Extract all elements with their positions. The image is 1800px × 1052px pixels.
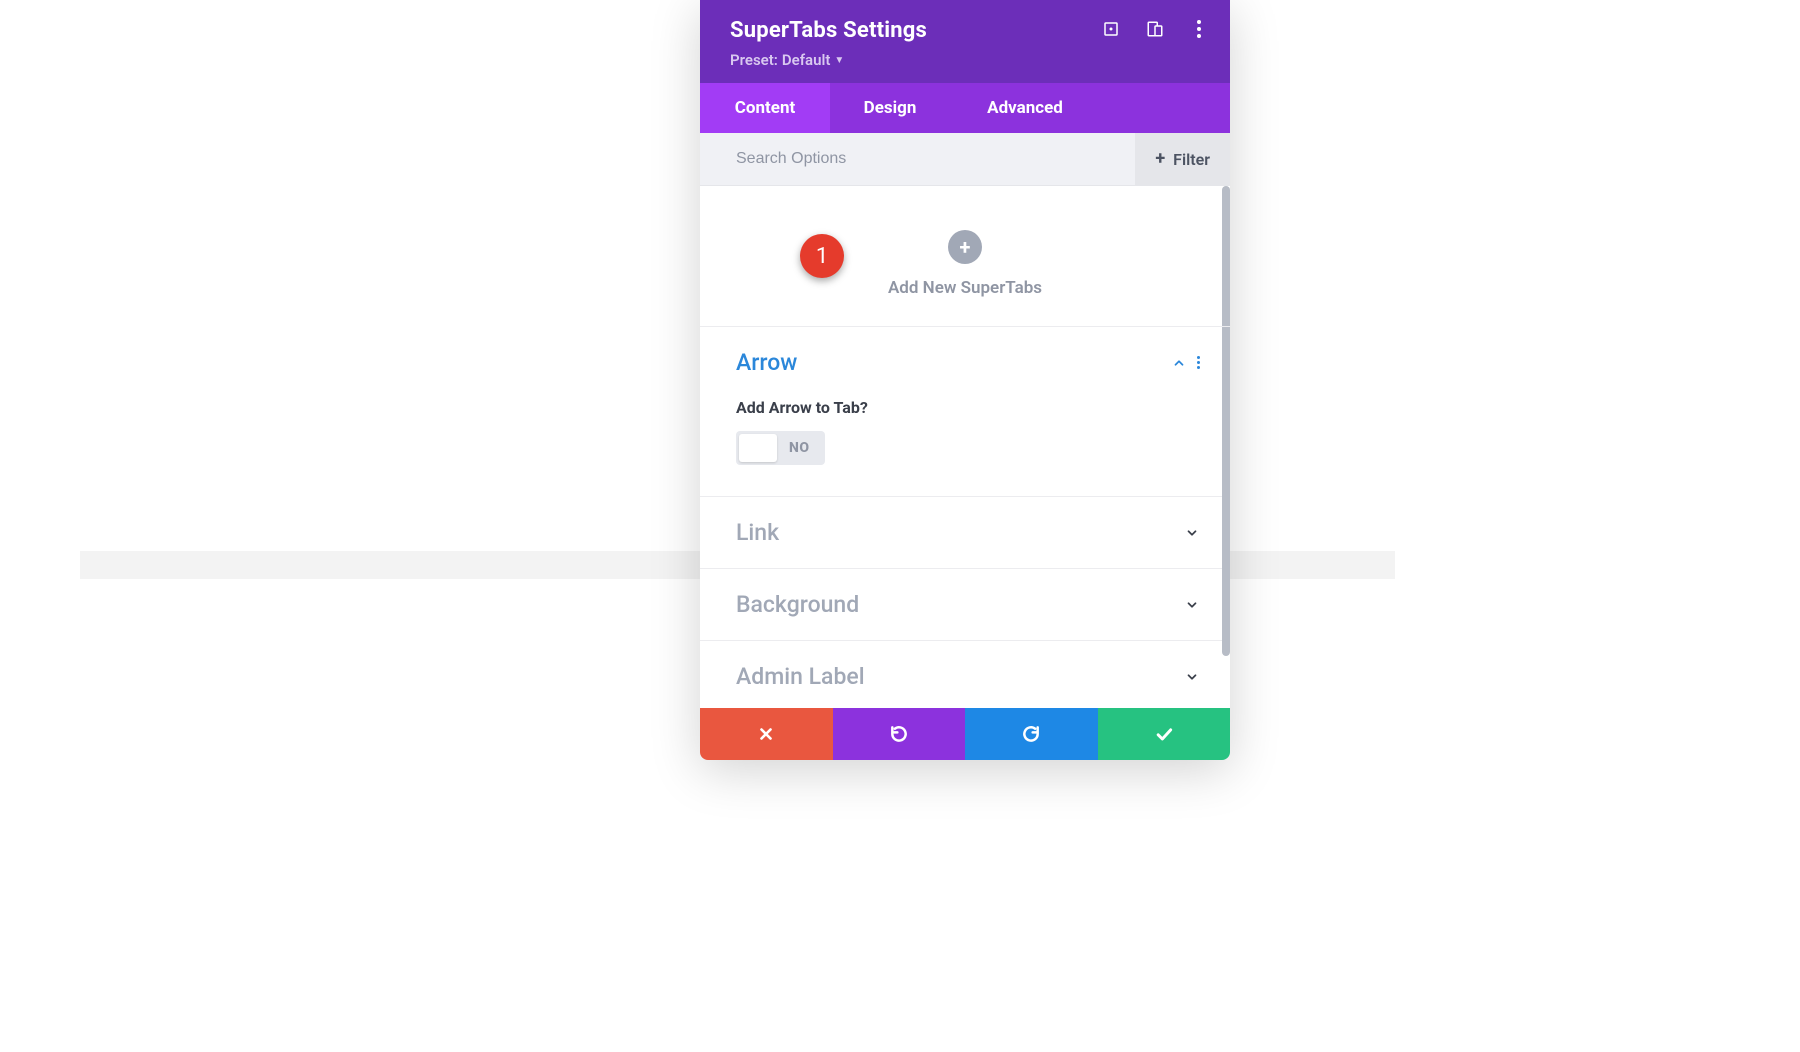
section-link-header[interactable]: Link bbox=[700, 497, 1230, 568]
tab-content[interactable]: Content bbox=[700, 83, 830, 133]
section-admin-label: Admin Label bbox=[700, 641, 1230, 708]
section-link: Link bbox=[700, 497, 1230, 569]
section-arrow: Arrow Add Arrow to Tab? NO bbox=[700, 327, 1230, 497]
close-icon bbox=[757, 725, 775, 743]
section-background-header[interactable]: Background bbox=[700, 569, 1230, 640]
preset-selector[interactable]: Preset: Default ▼ bbox=[730, 51, 1200, 69]
section-link-title: Link bbox=[736, 519, 779, 546]
section-background-title: Background bbox=[736, 591, 859, 618]
section-arrow-body: Add Arrow to Tab? NO bbox=[700, 398, 1230, 496]
tab-design[interactable]: Design bbox=[830, 83, 950, 133]
search-row: + Filter bbox=[700, 133, 1230, 186]
panel-header: SuperTabs Settings Preset: Default ▼ bbox=[700, 0, 1230, 83]
add-supertabs-block: 1 + Add New SuperTabs bbox=[700, 186, 1230, 327]
undo-icon bbox=[889, 724, 909, 744]
section-background-controls bbox=[1184, 597, 1200, 613]
section-arrow-header[interactable]: Arrow bbox=[700, 327, 1230, 398]
section-more-icon[interactable] bbox=[1197, 356, 1200, 369]
chevron-down-icon[interactable] bbox=[1184, 597, 1200, 613]
filter-label: Filter bbox=[1173, 150, 1210, 169]
section-admin-label-header[interactable]: Admin Label bbox=[700, 641, 1230, 708]
add-supertabs-button[interactable]: + bbox=[948, 230, 982, 264]
tab-advanced[interactable]: Advanced bbox=[950, 83, 1100, 133]
save-button[interactable] bbox=[1098, 708, 1231, 760]
cancel-button[interactable] bbox=[700, 708, 833, 760]
add-arrow-toggle[interactable]: NO bbox=[736, 431, 825, 465]
preset-value: Default bbox=[782, 51, 831, 69]
section-link-controls bbox=[1184, 525, 1200, 541]
chevron-down-icon[interactable] bbox=[1184, 525, 1200, 541]
panel-body: 1 + Add New SuperTabs Arrow Add Arrow to… bbox=[700, 186, 1230, 708]
responsive-icon[interactable] bbox=[1146, 20, 1164, 38]
expand-icon[interactable] bbox=[1102, 20, 1120, 38]
chevron-down-icon[interactable] bbox=[1184, 669, 1200, 685]
toggle-state: NO bbox=[777, 440, 822, 456]
toggle-knob bbox=[739, 434, 777, 462]
section-arrow-title: Arrow bbox=[736, 349, 797, 376]
section-arrow-controls bbox=[1171, 355, 1200, 371]
filter-button[interactable]: + Filter bbox=[1135, 133, 1230, 185]
redo-icon bbox=[1021, 724, 1041, 744]
callout-badge: 1 bbox=[800, 234, 844, 278]
page-background-band-right bbox=[1240, 551, 1395, 579]
check-icon bbox=[1154, 724, 1174, 744]
section-admin-label-controls bbox=[1184, 669, 1200, 685]
section-admin-label-title: Admin Label bbox=[736, 663, 865, 690]
section-background: Background bbox=[700, 569, 1230, 641]
settings-panel: SuperTabs Settings Preset: Default ▼ Con… bbox=[700, 0, 1230, 760]
header-icon-group bbox=[1102, 20, 1208, 38]
caret-down-icon: ▼ bbox=[834, 55, 844, 66]
preset-prefix: Preset: bbox=[730, 51, 778, 69]
chevron-up-icon[interactable] bbox=[1171, 355, 1187, 371]
panel-footer bbox=[700, 708, 1230, 760]
undo-button[interactable] bbox=[833, 708, 966, 760]
add-arrow-label: Add Arrow to Tab? bbox=[736, 398, 1194, 417]
tab-bar: Content Design Advanced bbox=[700, 83, 1230, 133]
redo-button[interactable] bbox=[965, 708, 1098, 760]
more-menu-icon[interactable] bbox=[1190, 20, 1208, 38]
add-supertabs-label: Add New SuperTabs bbox=[700, 278, 1230, 298]
search-input[interactable] bbox=[736, 150, 1135, 168]
plus-icon: + bbox=[1155, 150, 1165, 168]
